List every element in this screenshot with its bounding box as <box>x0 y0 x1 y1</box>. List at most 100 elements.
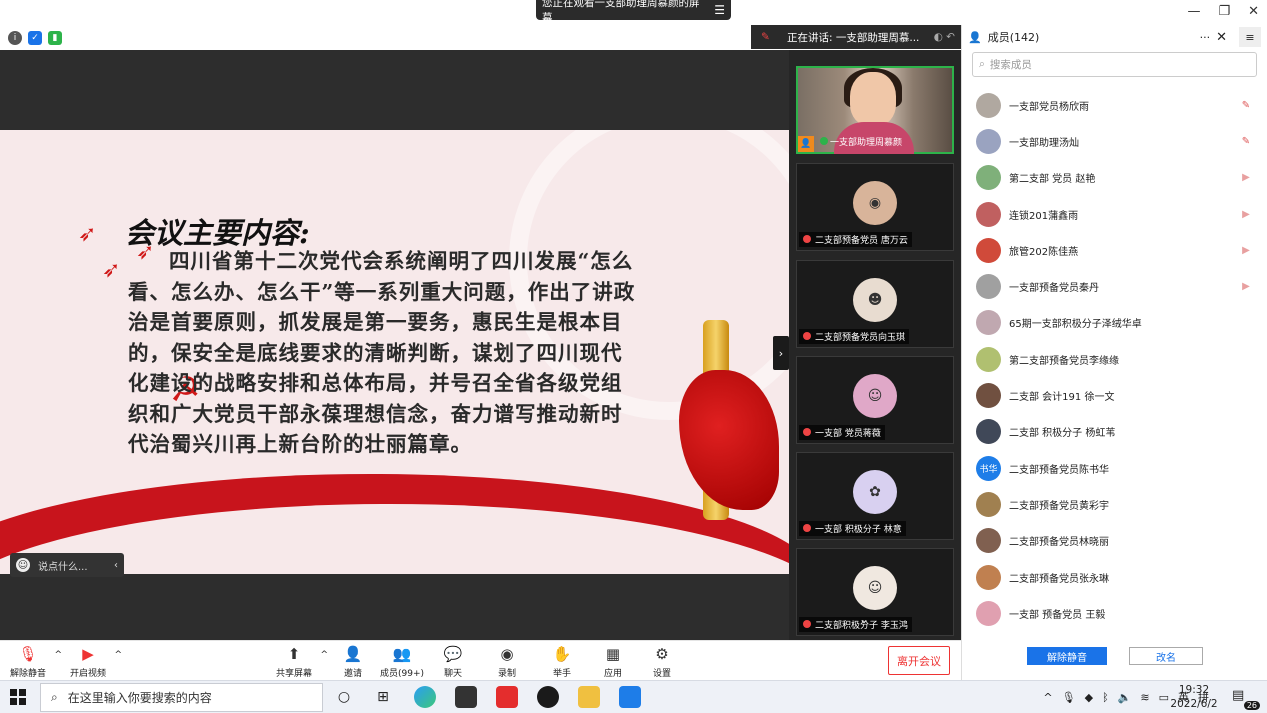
list-item[interactable]: 二支部预备党员张永琳 <box>962 559 1267 595</box>
edge-icon[interactable] <box>414 686 436 708</box>
notification-icon[interactable]: ▤ 26 <box>1232 688 1260 710</box>
record-button[interactable]: ◉ 录制 <box>481 644 533 679</box>
mic-off-icon: ✎ <box>1241 135 1251 147</box>
video-tile[interactable]: ◉ 二支部预备党员 唐万云 <box>796 163 954 251</box>
more-icon[interactable]: ··· <box>1200 31 1211 44</box>
avatar <box>976 419 1001 445</box>
qq-tray-icon[interactable]: ◆ <box>1085 691 1093 704</box>
apps-label: 应用 <box>603 669 622 679</box>
task-view-icon[interactable]: ⊞ <box>373 687 393 707</box>
unmute-all-button[interactable]: 解除静音 <box>1027 647 1107 665</box>
hand-icon: ✋ <box>552 645 572 663</box>
clock-date: 2022/6/2 <box>1170 698 1218 710</box>
camera-off-icon: ▶ <box>82 645 94 663</box>
member-name: 旅管202陈佳燕 <box>1009 246 1079 258</box>
list-item[interactable]: 一支部党员杨欣雨 ✎ <box>962 87 1267 123</box>
avatar: 书华 <box>976 455 1001 481</box>
mic-icon[interactable]: 🎙 <box>1062 691 1076 704</box>
start-video-label: 开启视频 <box>69 669 106 679</box>
video-tile[interactable]: ✿ 一支部 积极分子 林意 <box>796 452 954 540</box>
chevron-up-icon[interactable]: ^ <box>1043 691 1052 704</box>
speaking-indicator: ✎ 正在讲话: 一支部助理周慕... ◐ ↶ <box>751 25 961 49</box>
apps-button[interactable]: ▦ 应用 <box>587 644 639 679</box>
meeting-toolbar: 🎙 解除静音 ^ ▶ 开启视频 ^ ⬆ 共享屏幕 ^ 👤 邀请 👥 成员(99+… <box>0 640 961 680</box>
rename-button[interactable]: 改名 <box>1129 647 1203 665</box>
file-explorer-icon[interactable] <box>578 686 600 708</box>
video-tile[interactable]: ☻ 二支部预备党员向玉琪 <box>796 260 954 348</box>
volume-icon[interactable]: 🔈 <box>1118 691 1132 704</box>
list-item[interactable]: 二支部预备党员林晓丽 <box>962 523 1267 559</box>
list-item[interactable]: 一支部助理汤灿 ✎ <box>962 123 1267 159</box>
shield-icon[interactable]: ✓ <box>28 31 42 45</box>
minimize-icon[interactable]: — <box>1187 4 1200 19</box>
slide-body: 四川省第十二次党代会系统阐明了四川发展“怎么看、怎么办、怎么干”等一系列重大问题… <box>128 249 636 456</box>
list-item[interactable]: 旅管202陈佳燕 ▶ <box>962 232 1267 268</box>
camera-app-icon[interactable] <box>455 686 477 708</box>
list-item[interactable]: 二支部预备党员黄彩宇 <box>962 486 1267 522</box>
windows-taskbar: ⌕ 在这里输入你要搜索的内容 ○ ⊞ ^ 🎙 ◆ ᛒ 🔈 ≋ ▭ 英 拼 19:… <box>0 680 1267 713</box>
list-icon[interactable]: ≡ <box>1239 27 1261 47</box>
list-item[interactable]: 一支部预备党员秦丹 ▶ <box>962 268 1267 304</box>
settings-button[interactable]: ⚙ 设置 <box>636 644 688 679</box>
cortana-icon[interactable]: ○ <box>334 687 354 707</box>
video-tile[interactable]: ☺ 一支部 党员蒋薇 <box>796 356 954 444</box>
raise-hand-button[interactable]: ✋ 举手 <box>536 644 588 679</box>
share-screen-button[interactable]: ⬆ 共享屏幕 ^ <box>268 644 328 679</box>
wps-icon[interactable] <box>496 686 518 708</box>
search-icon: ⌕ <box>979 58 985 70</box>
chat-placeholder: 说点什么... <box>38 561 88 573</box>
list-item[interactable]: 65期一支部积极分子泽绒华卓 <box>962 305 1267 341</box>
member-name: 二支部预备党员张永琳 <box>1009 573 1109 585</box>
clock[interactable]: 19:32 2022/6/2 <box>1168 683 1220 711</box>
viewing-banner[interactable]: 您正在观看一支部助理周慕颜的屏幕 ☰ <box>536 0 731 24</box>
member-name: 连锁201蒲鑫雨 <box>1009 210 1079 222</box>
chevron-left-icon[interactable]: ‹ <box>114 560 118 571</box>
search-icon: ⌕ <box>51 690 58 704</box>
avatar: ✿ <box>853 470 897 514</box>
list-item[interactable]: 一支部 预备党员 王毅 <box>962 595 1267 631</box>
view-tools-icon[interactable]: ◐ ↶ <box>934 31 955 43</box>
share-label: 共享屏幕 <box>275 669 312 679</box>
list-item[interactable]: 第二支部预备党员李缘缘 <box>962 341 1267 377</box>
invite-button[interactable]: 👤 邀请 <box>327 644 379 679</box>
members-button[interactable]: 👥 成员(99+) <box>376 644 428 679</box>
search-input[interactable]: ⌕ 搜索成员 <box>972 52 1257 77</box>
caret-up-icon[interactable]: ^ <box>54 650 62 660</box>
meeting-app-icon[interactable] <box>619 686 641 708</box>
member-name: 65期一支部积极分子泽绒华卓 <box>1009 319 1142 331</box>
chevron-right-icon: › <box>778 346 784 360</box>
list-item[interactable]: 二支部 会计191 徐一文 <box>962 377 1267 413</box>
list-item[interactable]: 第二支部 党员 赵艳 ▶ <box>962 160 1267 196</box>
info-icon[interactable]: i <box>8 31 22 45</box>
chat-input-pill[interactable]: ☺ 说点什么... ‹ <box>10 553 124 577</box>
leave-meeting-button[interactable]: 离开会议 <box>888 646 950 675</box>
bluetooth-icon[interactable]: ᛒ <box>1102 691 1109 704</box>
video-tile[interactable]: 👤 一支部助理周慕颜 <box>796 66 954 154</box>
list-item[interactable]: 书华 二支部预备党员陈书华 <box>962 450 1267 486</box>
caret-up-icon[interactable]: ^ <box>114 650 122 660</box>
video-tile[interactable]: ☺ 二支部积极分子 李玉鸿 <box>796 548 954 636</box>
menu-icon[interactable]: ☰ <box>714 3 725 17</box>
start-video-button[interactable]: ▶ 开启视频 ^ <box>62 644 122 679</box>
restore-icon[interactable]: ❐ <box>1218 4 1230 19</box>
camera-off-icon: ▶ <box>1242 172 1250 184</box>
taskbar-search[interactable]: ⌕ 在这里输入你要搜索的内容 <box>40 683 323 712</box>
gallery-toggle[interactable]: › <box>773 336 789 370</box>
start-icon[interactable] <box>10 689 26 705</box>
signal-icon[interactable]: ▮ <box>48 31 62 45</box>
qq-icon[interactable] <box>537 686 559 708</box>
video-gallery: 👤 一支部助理周慕颜 ◉ 二支部预备党员 唐万云 ☻ 二支部预备党员向玉琪 ☺ … <box>789 50 961 640</box>
wifi-icon[interactable]: ≋ <box>1140 691 1149 704</box>
record-label: 录制 <box>497 669 516 679</box>
unmute-button[interactable]: 🎙 解除静音 ^ <box>2 644 62 679</box>
list-item[interactable]: 连锁201蒲鑫雨 ▶ <box>962 196 1267 232</box>
emoji-icon[interactable]: ☺ <box>16 558 30 572</box>
settings-label: 设置 <box>652 669 671 679</box>
close-icon[interactable]: ✕ <box>1248 4 1259 19</box>
chat-button[interactable]: 💬 聊天 <box>427 644 479 679</box>
close-icon[interactable]: ✕ <box>1216 30 1227 45</box>
meeting-info-icons: i ✓ ▮ <box>8 31 62 45</box>
chevron-down-icon[interactable]: ⌄ <box>859 612 869 626</box>
list-item[interactable]: 二支部 积极分子 杨虹苇 <box>962 414 1267 450</box>
window-controls: — ❐ ✕ <box>1187 4 1259 19</box>
